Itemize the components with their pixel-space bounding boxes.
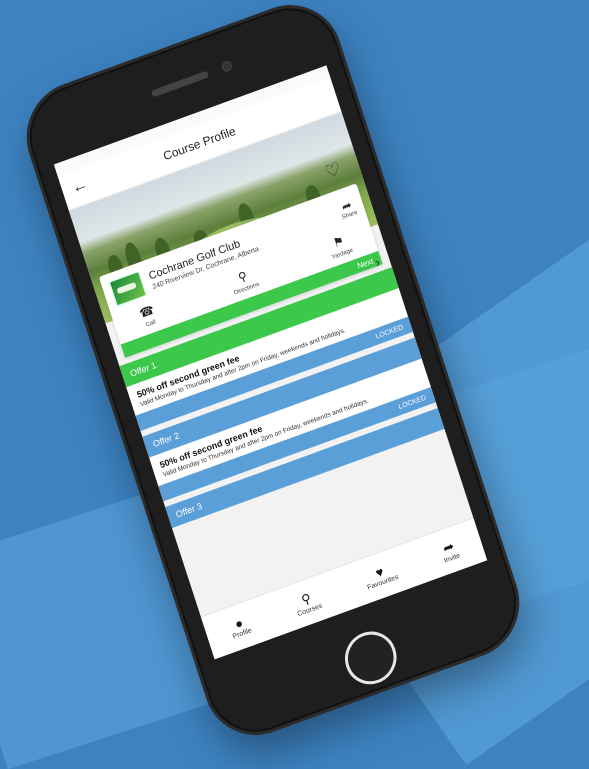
offer-1-label: Offer 1	[128, 359, 158, 379]
next-label: Next	[356, 255, 375, 271]
share-button[interactable]: ➦ Share	[337, 196, 358, 220]
app-screen: ← Course Profile ♡ Cochrane Golf Club 24…	[53, 65, 488, 660]
call-label: Call	[145, 319, 157, 329]
bottom-navigation: ● Profile ⚲ Courses ♥ Favourites ➦ Invit…	[200, 517, 488, 660]
front-camera	[220, 59, 234, 73]
offer-2-status: LOCKED	[397, 394, 428, 411]
nav-favourites[interactable]: ♥ Favourites	[362, 560, 400, 592]
phone-body: ← Course Profile ♡ Cochrane Golf Club 24…	[12, 0, 534, 750]
offer-3-label: Offer 3	[174, 500, 204, 520]
back-arrow-icon[interactable]: ←	[70, 176, 91, 199]
home-button[interactable]	[338, 624, 404, 692]
nav-invite[interactable]: ➦ Invite	[438, 537, 461, 565]
nav-profile[interactable]: ● Profile	[227, 613, 253, 641]
nav-courses[interactable]: ⚲ Courses	[292, 587, 323, 618]
offer-1-status: LOCKED	[374, 323, 405, 341]
phone-mockup: ← Course Profile ♡ Cochrane Golf Club 24…	[8, 0, 589, 761]
speaker-grille	[150, 70, 210, 98]
offer-2-label: Offer 2	[151, 430, 181, 450]
